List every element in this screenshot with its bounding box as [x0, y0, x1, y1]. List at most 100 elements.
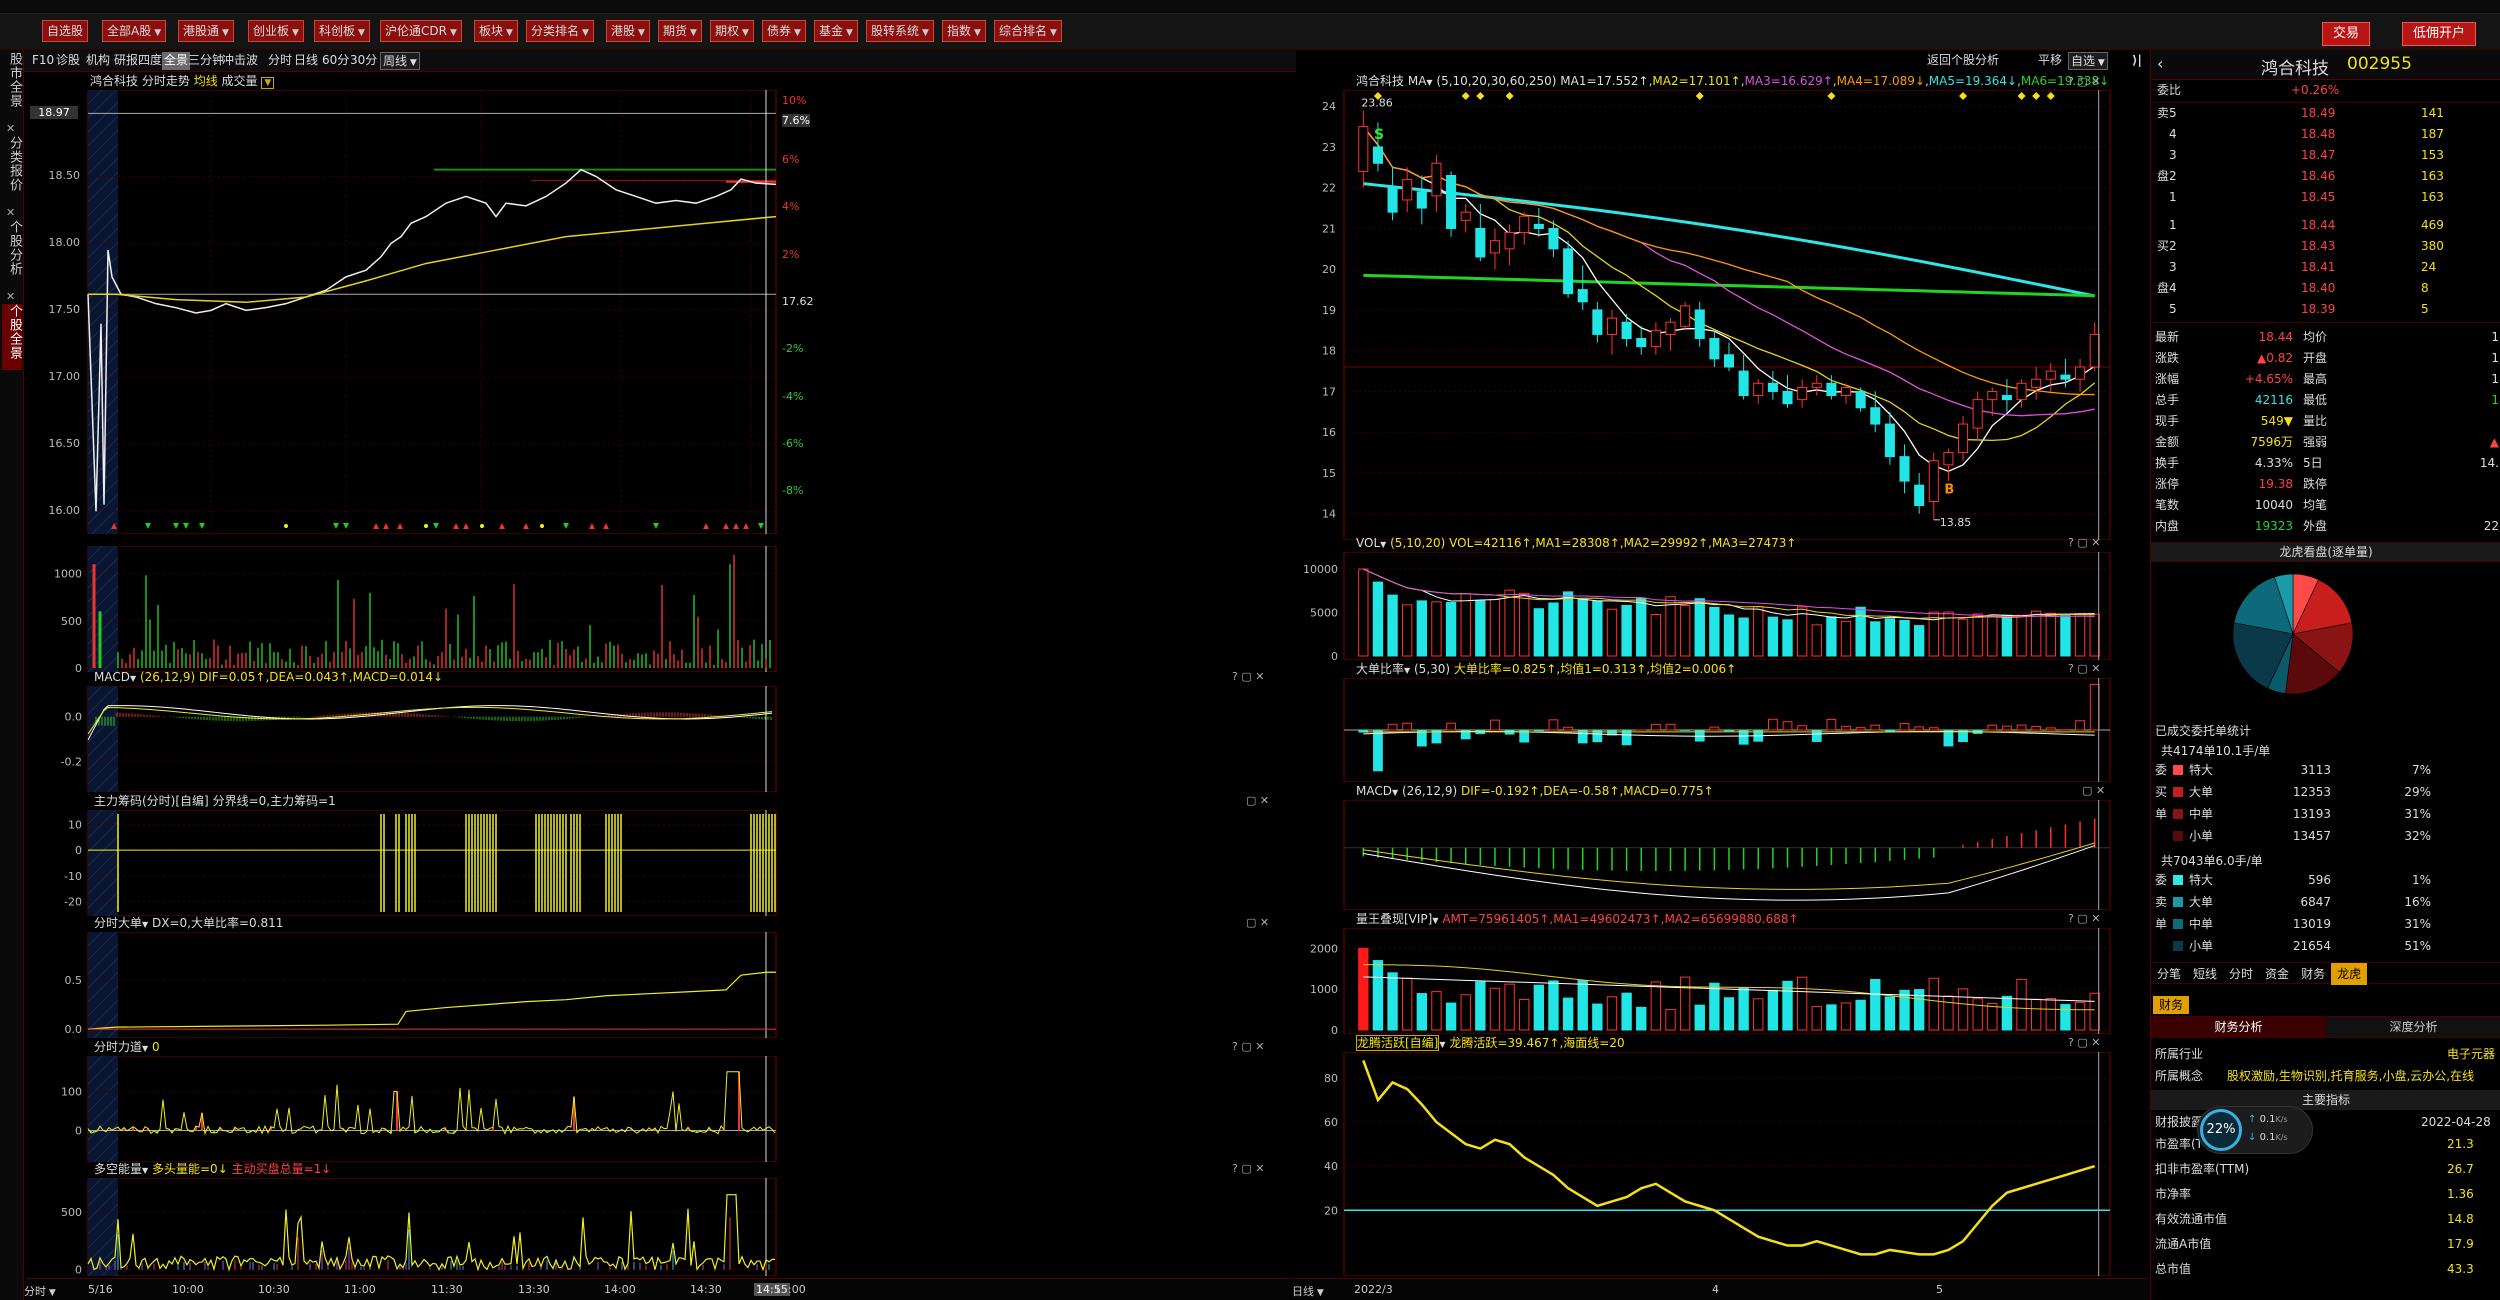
panel-controls[interactable]: ? ▢ ✕: [2068, 662, 2100, 675]
menu-item-2[interactable]: 港股通 ▼: [178, 20, 234, 42]
menu-item-9[interactable]: 期货 ▼: [658, 20, 702, 42]
kline-volume-chart[interactable]: 10000 5000 0: [1292, 552, 2148, 660]
sidebar-tab-stock-overview[interactable]: 个股全景: [2, 304, 22, 370]
close-icon[interactable]: ✕: [6, 206, 15, 219]
panel-controls[interactable]: ? ▢ ✕: [2068, 912, 2100, 925]
intraday-ld-chart[interactable]: 100 0: [26, 1056, 1290, 1162]
kline-ma-name[interactable]: MA: [1408, 74, 1427, 88]
panel-controls[interactable]: ? ▢ ✕: [2068, 536, 2100, 549]
sell-level-row[interactable]: 盘 2 18.46 163: [2151, 166, 2500, 187]
quote-tab-2[interactable]: 分时: [2223, 963, 2259, 985]
klt-name[interactable]: 龙腾活跃[自编]: [1356, 1035, 1440, 1051]
toolbar-item-0[interactable]: F10: [30, 52, 56, 70]
toolbar-item-10[interactable]: 60分: [320, 52, 351, 70]
kline-lt-chart[interactable]: 80 60 40 20: [1292, 1052, 2148, 1276]
toolbar-item-7[interactable]: 冲击波: [220, 52, 260, 70]
panel-controls[interactable]: ? ▢ ✕: [1232, 1040, 1264, 1053]
close-icon[interactable]: ✕: [6, 122, 15, 135]
period-label[interactable]: 分时 ▼: [24, 1283, 56, 1299]
quote-tab-5[interactable]: 龙虎: [2331, 963, 2368, 985]
menu-item-14[interactable]: 指数 ▼: [942, 20, 986, 42]
quote-tab-3[interactable]: 资金: [2259, 963, 2295, 985]
longhu-pie-chart[interactable]: [2221, 564, 2371, 704]
intraday-price-chart[interactable]: [26, 90, 1290, 534]
intraday-mode[interactable]: 均线: [194, 74, 218, 88]
industry-value[interactable]: 电子元器: [2447, 1044, 2495, 1065]
macd-name[interactable]: MACD: [94, 670, 130, 684]
kline-macd-chart[interactable]: [1292, 800, 2148, 910]
panel-controls[interactable]: ? ▢ ✕: [1232, 670, 1264, 683]
menu-item-13[interactable]: 股转系统 ▼: [866, 20, 934, 42]
dd-name[interactable]: 分时大单: [94, 916, 142, 930]
period-label[interactable]: 日线 ▼: [1292, 1283, 1324, 1299]
trade-button[interactable]: 交易: [2322, 22, 2371, 46]
open-account-button[interactable]: 低佣开户: [2402, 22, 2477, 46]
intraday-volume-chart[interactable]: 1000 500 0: [26, 546, 1290, 672]
panel-controls[interactable]: ? ▢ ✕: [1232, 1162, 1264, 1175]
toolbar-item-1[interactable]: 诊股: [54, 52, 82, 70]
buy-level-row[interactable]: 盘 4 18.40 8: [2151, 278, 2500, 299]
deep-analysis-tab[interactable]: 深度分析: [2326, 1017, 2500, 1037]
intraday-volume-label[interactable]: 成交量: [222, 74, 258, 88]
toolbar-item-12[interactable]: 周线 ▼: [380, 52, 420, 70]
network-speed-widget[interactable]: 22% ↑ 0.1K/s ↓ 0.1K/s: [2197, 1106, 2313, 1154]
buy-level-row[interactable]: 5 18.39 5: [2151, 299, 2500, 320]
panel-controls[interactable]: ? ▢ ✕: [2068, 75, 2100, 88]
menu-item-6[interactable]: 板块 ▼: [474, 20, 518, 42]
menu-item-5[interactable]: 沪伦通CDR ▼: [380, 20, 462, 42]
sell-level-row[interactable]: 3 18.47 153: [2151, 145, 2500, 166]
toolbar-item-9[interactable]: 日线: [292, 52, 320, 70]
ld-name[interactable]: 分时力道: [94, 1040, 142, 1054]
buy-level-row[interactable]: 3 18.41 24: [2151, 257, 2500, 278]
pan-button[interactable]: 平移: [2036, 52, 2064, 70]
panel-controls[interactable]: ▢ ✕: [1246, 916, 1269, 929]
menu-item-1[interactable]: 全部A股 ▼: [102, 20, 167, 42]
menu-item-10[interactable]: 期权 ▼: [710, 20, 754, 42]
settings-dropdown-icon[interactable]: ▼: [261, 77, 275, 89]
close-icon[interactable]: ✕: [6, 290, 15, 303]
quote-tab-1[interactable]: 短线: [2187, 963, 2223, 985]
sidebar-tab-category-quotes[interactable]: 分类报价: [2, 136, 22, 202]
menu-item-0[interactable]: 自选股: [42, 20, 89, 42]
dk-name[interactable]: 多空能量: [94, 1162, 142, 1176]
concept-value[interactable]: 股权激励,生物识别,托育服务,小盘,云办公,在线: [2227, 1066, 2474, 1087]
kmacd-name[interactable]: MACD: [1356, 784, 1392, 798]
finance-analysis-tab[interactable]: 财务分析: [2151, 1017, 2326, 1037]
kvol-name[interactable]: VOL: [1356, 536, 1380, 550]
collapse-icon[interactable]: ⟩|: [2130, 52, 2144, 70]
sidebar-tab-market-overview[interactable]: 股市全景: [2, 52, 22, 118]
menu-item-7[interactable]: 分类排名 ▼: [526, 20, 594, 42]
kline-dd-chart[interactable]: [1292, 678, 2148, 782]
quote-tab-0[interactable]: 分笔: [2151, 963, 2187, 985]
finance-tab[interactable]: 财务: [2153, 996, 2190, 1014]
klw-name[interactable]: 量王叠现[VIP]: [1356, 912, 1432, 926]
buy-level-row[interactable]: 买 2 18.43 380: [2151, 236, 2500, 257]
back-to-analysis-button[interactable]: 返回个股分析: [1925, 52, 2001, 70]
intraday-macd-chart[interactable]: 0.0 -0.2: [26, 686, 1290, 792]
buy-level-row[interactable]: 1 18.44 469: [2151, 215, 2500, 236]
panel-controls[interactable]: ▢ ✕: [1246, 794, 1269, 807]
panel-controls[interactable]: ? ▢ ✕: [2068, 1036, 2100, 1049]
kline-lw-chart[interactable]: 2000 1000 0: [1292, 928, 2148, 1034]
sidebar-tab-stock-analysis[interactable]: 个股分析: [2, 220, 22, 286]
menu-item-15[interactable]: 综合排名 ▼: [994, 20, 1062, 42]
toolbar-item-8[interactable]: 分时: [266, 52, 294, 70]
menu-item-12[interactable]: 基金 ▼: [814, 20, 858, 42]
intraday-dk-chart[interactable]: 500 0: [26, 1178, 1290, 1276]
toolbar-item-4[interactable]: 四度: [136, 52, 164, 70]
sell-level-row[interactable]: 1 18.45 163: [2151, 187, 2500, 208]
sell-level-row[interactable]: 卖 5 18.49 141: [2151, 103, 2500, 124]
panel-controls[interactable]: ▢ ✕: [2082, 784, 2105, 797]
zl-name[interactable]: 主力筹码(分时)[自编]: [94, 794, 209, 808]
menu-item-3[interactable]: 创业板 ▼: [248, 20, 304, 42]
intraday-zl-chart[interactable]: 10 0 -10 -20: [26, 810, 1290, 916]
kdd-name[interactable]: 大单比率: [1356, 662, 1404, 676]
intraday-dd-chart[interactable]: 0.5 0.0: [26, 932, 1290, 1038]
menu-item-4[interactable]: 科创板 ▼: [314, 20, 370, 42]
menu-item-11[interactable]: 债券 ▼: [762, 20, 806, 42]
watchlist-dropdown[interactable]: 自选 ▼: [2068, 52, 2108, 70]
toolbar-item-2[interactable]: 机构: [84, 52, 112, 70]
back-arrow-icon[interactable]: ‹: [2157, 54, 2163, 73]
menu-item-8[interactable]: 港股 ▼: [606, 20, 650, 42]
sell-level-row[interactable]: 4 18.48 187: [2151, 124, 2500, 145]
